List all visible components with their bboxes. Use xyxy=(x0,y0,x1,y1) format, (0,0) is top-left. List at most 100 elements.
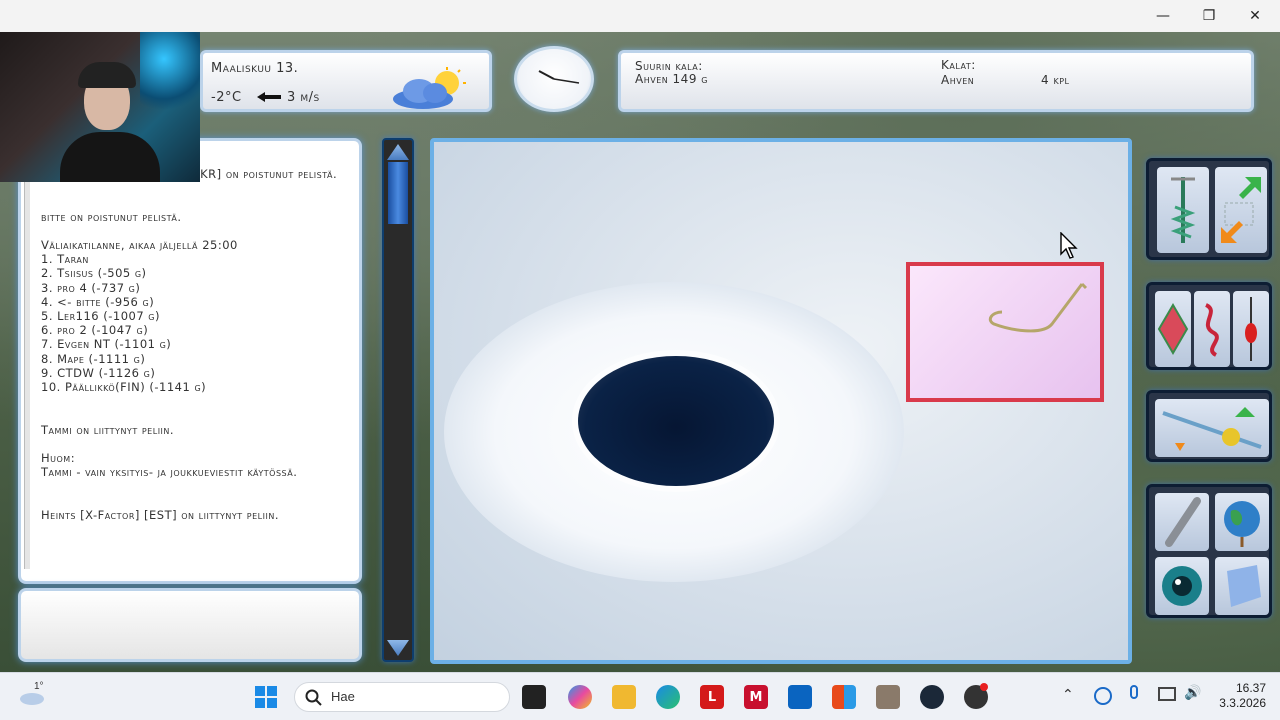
chat-message: Huom: xyxy=(41,450,76,465)
ice-drill-icon xyxy=(1170,177,1196,243)
clock-time: 16.37 xyxy=(1235,681,1266,695)
chat-message: 5. Ler116 (-1007 g) xyxy=(41,308,160,323)
chat-message: Tammi on liittynyt peliin. xyxy=(41,422,175,437)
tray-overflow-icon[interactable]: ⌃ xyxy=(1062,687,1074,703)
lure-icon xyxy=(1157,303,1189,355)
chat-message: 2. Tsiisus (-505 g) xyxy=(41,266,147,281)
temperature-label: -2°C xyxy=(211,90,242,105)
lure-button[interactable] xyxy=(1155,291,1191,367)
chat-message xyxy=(41,394,357,408)
volume-icon[interactable]: 🔊 xyxy=(1184,685,1201,701)
hook-panel[interactable] xyxy=(906,262,1104,402)
taskbar: 1° Hae L M ⌃ 🔊 16.37 3.3.2026 xyxy=(0,672,1280,720)
sonar-button[interactable] xyxy=(1155,557,1209,615)
file-explorer-icon[interactable] xyxy=(612,685,636,709)
chat-input[interactable] xyxy=(18,588,362,662)
notification-badge xyxy=(980,683,988,691)
webcam-overlay xyxy=(0,32,200,182)
clock-icon xyxy=(514,46,594,112)
catch-species: Ahven xyxy=(941,73,975,87)
weather-widget-temp: 1° xyxy=(34,681,44,692)
tool-panel-rod xyxy=(1146,390,1272,462)
restore-button[interactable]: ❐ xyxy=(1186,0,1232,32)
chat-scrollbar[interactable] xyxy=(24,157,30,569)
start-windows-icon[interactable] xyxy=(254,685,278,709)
wind-direction-icon xyxy=(257,92,281,102)
mouse-cursor-icon xyxy=(1060,232,1078,259)
globe-icon xyxy=(1224,501,1260,547)
move-spot-button[interactable] xyxy=(1215,167,1267,253)
chat-message: 10. Päällikkö(FIN) (-1141 g) xyxy=(41,380,207,394)
close-button[interactable]: ✕ xyxy=(1232,0,1278,32)
outlook-icon[interactable] xyxy=(788,685,812,709)
chat-message xyxy=(41,494,357,508)
knife-button[interactable] xyxy=(1155,493,1209,551)
float-button[interactable] xyxy=(1233,291,1269,367)
taskbar-search[interactable]: Hae xyxy=(294,682,510,712)
move-arrows-icon xyxy=(1221,177,1261,243)
bait-button[interactable] xyxy=(1194,291,1230,367)
chat-message xyxy=(41,408,357,422)
clock-date: 3.3.2026 xyxy=(1219,696,1266,710)
chat-message: bitte on poistunut pelistä. xyxy=(41,209,182,224)
worm-icon xyxy=(1204,303,1219,357)
slider-down-arrow-icon[interactable] xyxy=(387,640,409,656)
ice-drill-button[interactable] xyxy=(1157,167,1209,253)
tool-panel-drill xyxy=(1146,158,1272,260)
chat-message: 7. Evgen NT (-1101 g) xyxy=(41,337,172,352)
chat-message xyxy=(41,181,357,195)
copilot-icon[interactable] xyxy=(568,685,592,709)
partly-cloudy-icon xyxy=(393,67,466,109)
weather-panel: Maaliskuu 13. -2°C 3 m/s xyxy=(200,50,492,112)
network-icon[interactable] xyxy=(1158,687,1176,701)
vpn-icon[interactable] xyxy=(1094,687,1112,705)
catch-count: 4 kpl xyxy=(1041,73,1070,87)
system-clock[interactable]: 16.37 3.3.2026 xyxy=(1212,681,1266,711)
store-icon[interactable] xyxy=(832,685,856,709)
chat-message: 4. <- bitte (-956 g) xyxy=(41,294,155,309)
map-button[interactable] xyxy=(1215,493,1269,551)
minimize-button[interactable]: — xyxy=(1140,0,1186,32)
bag-button[interactable] xyxy=(1215,557,1269,615)
catch-stats-panel: Suurin kala: Ahven 149 g Kalat: Ahven 4 … xyxy=(618,50,1254,112)
chat-messages: AlexSharpHook [Riggers] [UKR] on poistun… xyxy=(41,167,357,522)
ice-hole[interactable] xyxy=(578,356,774,486)
chat-message: 9. CTDW (-1126 g) xyxy=(41,365,156,380)
ice-fishing-game-icon[interactable] xyxy=(876,685,900,709)
chat-message: 3. pro 4 (-737 g) xyxy=(41,280,141,295)
chat-message xyxy=(41,224,357,238)
date-label: Maaliskuu 13. xyxy=(211,61,299,76)
fish-hook-icon xyxy=(988,282,1088,333)
tool-panel-misc xyxy=(1146,484,1272,618)
chat-message: 1. Taran xyxy=(41,252,89,267)
chat-message: Tammi - vain yksityis- ja joukkueviestit… xyxy=(41,465,298,480)
biggest-fish-value: Ahven 149 g xyxy=(635,72,708,86)
cloth-icon xyxy=(1227,565,1261,607)
chat-message: Väliaikatilanne, aikaa jäljellä 25:00 xyxy=(41,237,238,252)
chat-message xyxy=(41,437,357,451)
fishing-rod-icon xyxy=(1162,407,1262,451)
edge-browser-icon[interactable] xyxy=(656,685,680,709)
search-icon xyxy=(305,689,322,706)
microphone-icon[interactable] xyxy=(1130,685,1138,699)
window-titlebar: — ❐ ✕ xyxy=(0,0,1280,32)
wind-speed-label: 3 m/s xyxy=(287,90,320,105)
mcafee-icon[interactable]: M xyxy=(744,685,768,709)
rod-button[interactable] xyxy=(1155,399,1269,457)
float-icon xyxy=(1245,297,1257,361)
chat-message: 6. pro 2 (-1047 g) xyxy=(41,323,149,338)
slider-up-arrow-icon[interactable] xyxy=(387,144,409,160)
catch-label: Kalat: xyxy=(941,58,976,72)
depth-slider[interactable] xyxy=(382,138,414,662)
chat-message: 8. Mape (-1111 g) xyxy=(41,351,146,366)
task-view-icon[interactable] xyxy=(522,685,546,709)
chat-message: Heints [X-Factor] [EST] on liittynyt pel… xyxy=(41,507,279,522)
knife-icon xyxy=(1165,497,1201,547)
chat-log: AlexSharpHook [Riggers] [UKR] on poistun… xyxy=(18,138,362,584)
lastpass-icon[interactable]: L xyxy=(700,685,724,709)
eye-icon xyxy=(1162,566,1202,606)
steam-icon[interactable] xyxy=(920,685,944,709)
tool-panel-lures xyxy=(1146,282,1272,370)
chat-message xyxy=(41,479,357,493)
slider-thumb[interactable] xyxy=(388,162,408,224)
